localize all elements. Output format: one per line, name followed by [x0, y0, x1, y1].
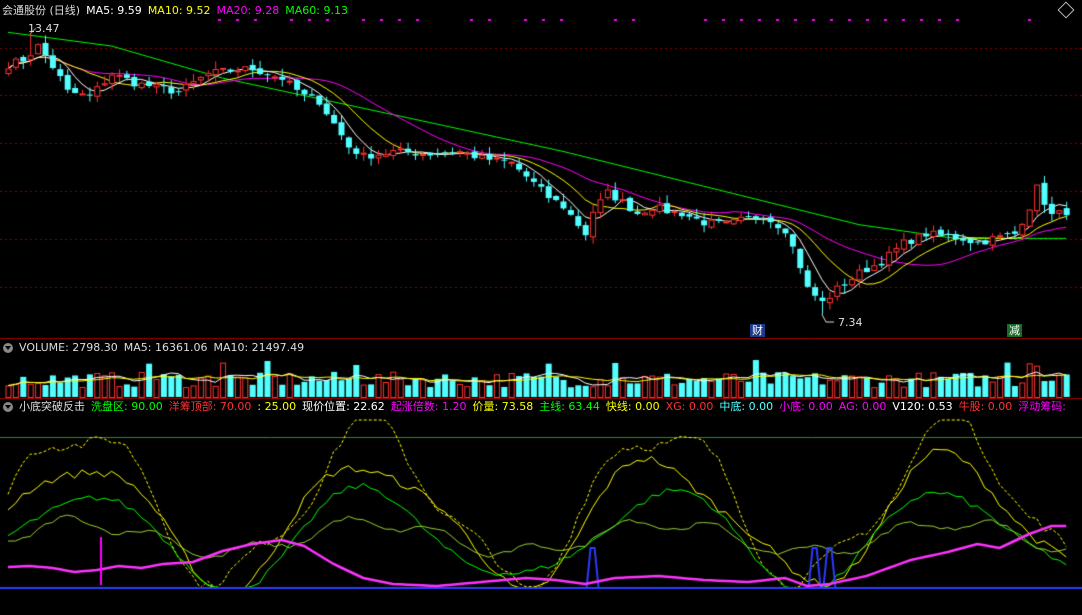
indicator-header: 小底突破反击 洗盘区: 90.00 洋筹顶部: 70.00 : 25.00 现价位置:… [3, 399, 1078, 415]
price-header: 会通股份 (日线) MA5: 9.59 MA10: 9.52 MA20: 9.2… [2, 3, 354, 19]
indicator-value: 洋筹顶部: 70.00 [168, 400, 252, 413]
indicator-value: 现价位置: 22.62 [302, 400, 385, 413]
reduction-marker[interactable]: 减 [1007, 324, 1022, 337]
indicator-value: 中底: 0.00 [719, 400, 774, 413]
ma20-label: MA20: 9.28 [216, 4, 280, 17]
indicator-name: 小底突破反击 [19, 400, 85, 413]
indicator-value: V120: 0.53 [892, 400, 953, 413]
indicator-value: : 25.00 [257, 400, 297, 413]
indicator-value: 快线: 0.00 [605, 400, 660, 413]
low-price-label: 7.34 [838, 316, 863, 329]
finance-marker[interactable]: 财 [750, 324, 765, 337]
ma5-label: MA5: 9.59 [86, 4, 142, 17]
vol-ma5-label: MA5: 16361.06 [123, 341, 208, 354]
volume-header: VOLUME: 2798.30 MA5: 16361.06 MA10: 2149… [3, 340, 310, 356]
indicator-value: 洗盘区: 90.00 [91, 400, 163, 413]
indicator-value: AG: 0.00 [838, 400, 887, 413]
collapse-circle-icon[interactable] [3, 402, 13, 412]
stock-name[interactable]: 会通股份 (日线) [2, 3, 80, 19]
indicator-value: 起涨倍数: 1.20 [390, 400, 467, 413]
stock-chart-canvas [0, 0, 1082, 615]
indicator-value: 小底: 0.00 [779, 400, 833, 413]
volume-title: VOLUME: 2798.30 [19, 341, 118, 354]
ma60-label: MA60: 9.13 [285, 4, 348, 17]
ma10-label: MA10: 9.52 [147, 4, 211, 17]
indicator-value: XG: 0.00 [665, 400, 714, 413]
indicator-value: 价量: 73.58 [472, 400, 534, 413]
indicator-value: 浮动筹码: [1018, 400, 1066, 413]
indicator-value: 牛股: 0.00 [958, 400, 1013, 413]
vol-ma10-label: MA10: 21497.49 [213, 341, 305, 354]
high-price-label: 13.47 [28, 22, 60, 35]
indicator-value: 主线: 63.44 [539, 400, 600, 413]
collapse-circle-icon[interactable] [3, 343, 13, 353]
